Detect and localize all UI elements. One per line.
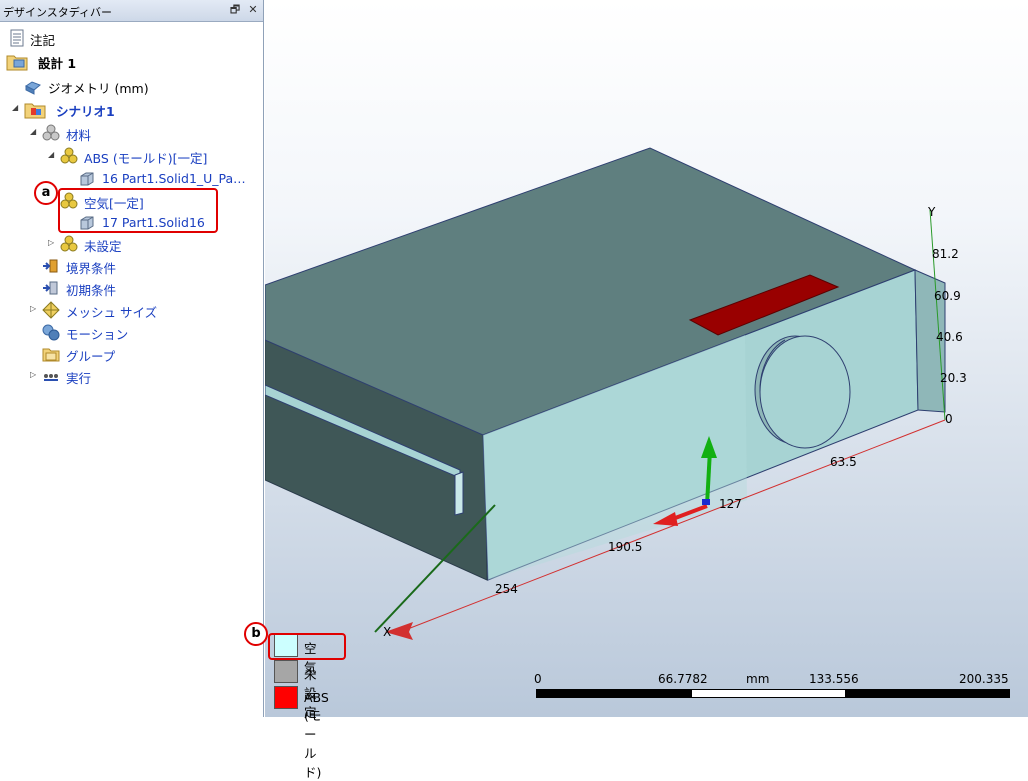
scale-tick-label: 200.335 <box>959 672 1009 686</box>
material-icon <box>60 147 78 164</box>
tree-item-label: 境界条件 <box>66 261 117 276</box>
scenario-folder-icon <box>24 103 46 119</box>
geometry-icon <box>25 81 41 95</box>
scale-bar: 0 66.7782 mm 133.556 200.335 <box>530 672 1020 702</box>
scale-tick-label: 0 <box>534 672 542 686</box>
expand-arrow-icon[interactable]: ▷ <box>48 239 56 247</box>
tree-item-label: グループ <box>66 349 116 364</box>
tree-item-label: 実行 <box>66 371 92 386</box>
legend-air-highlight <box>268 633 346 660</box>
y-tick-label: 20.3 <box>940 371 967 385</box>
left-slot-end <box>454 471 464 516</box>
tree-item-label: 未設定 <box>84 239 122 254</box>
air-material-highlight <box>58 188 218 233</box>
y-tick-label: 81.2 <box>932 247 959 261</box>
y-tick-label: 60.9 <box>934 289 961 303</box>
design-folder-icon <box>6 55 28 71</box>
scale-segment-light <box>691 689 846 698</box>
expand-arrow-icon[interactable]: ▷ <box>30 305 38 313</box>
model-viewport[interactable]: Y 81.2 60.9 40.6 20.3 0 63.5 127 190.5 2… <box>265 0 1028 717</box>
float-panel-button[interactable]: 🗗 <box>228 3 242 17</box>
close-panel-button[interactable]: ✕ <box>246 3 260 17</box>
materials-icon <box>42 124 60 141</box>
scale-unit-label: mm <box>746 672 770 686</box>
callout-a: a <box>34 181 58 205</box>
model-scene: Y 81.2 60.9 40.6 20.3 0 63.5 127 190.5 2… <box>265 147 967 640</box>
gizmo-z-marker <box>702 499 710 505</box>
lens-face <box>759 335 851 449</box>
tree-item-label: モーション <box>66 327 129 342</box>
notes-icon <box>10 29 24 47</box>
tree-item-label: ジオメトリ (mm) <box>48 81 149 96</box>
part-solid-icon <box>80 172 94 186</box>
tree-item-label: ABS (モールド)[一定] <box>84 151 208 166</box>
legend-label: ABS (モールド) <box>304 690 329 780</box>
scale-segment-dark <box>536 689 692 698</box>
design-study-panel: デザインスタディバー 🗗 ✕ 注記 設計 1 ジオメトリ (mm) ◢ シナリオ… <box>0 0 264 717</box>
scale-segment-dark <box>845 689 1010 698</box>
callout-b: b <box>244 622 268 646</box>
x-tick-label: 63.5 <box>830 455 857 469</box>
collapse-arrow-icon[interactable]: ◢ <box>12 104 20 112</box>
x-tick-label: 190.5 <box>608 540 642 554</box>
legend-swatch <box>274 660 298 683</box>
boundary-conditions-icon <box>43 259 58 273</box>
groups-icon <box>42 348 60 362</box>
scale-tick-label: 133.556 <box>809 672 859 686</box>
tree-item-label: 設計 1 <box>38 56 77 71</box>
collapse-arrow-icon[interactable]: ◢ <box>30 128 38 136</box>
panel-title-bar: デザインスタディバー 🗗 ✕ <box>0 0 263 22</box>
x-tick-label: 127 <box>719 497 742 511</box>
mesh-icon <box>42 301 60 319</box>
run-icon <box>44 374 58 381</box>
tree-item-label: 材料 <box>66 128 92 143</box>
panel-title: デザインスタディバー <box>3 6 113 19</box>
tree-item-label: 初期条件 <box>66 283 117 298</box>
tree-item-label: 16 Part1.Solid1_U_Pa… <box>102 171 246 186</box>
y-tick-label: 40.6 <box>936 330 963 344</box>
y-axis-label: Y <box>927 205 936 219</box>
scale-tick-label: 66.7782 <box>658 672 708 686</box>
tree-item-label: 注記 <box>30 33 56 48</box>
material-icon <box>60 235 78 252</box>
x-tick-label: 254 <box>495 582 518 596</box>
x-axis-label: X <box>383 625 391 639</box>
expand-arrow-icon[interactable]: ▷ <box>30 371 38 379</box>
tree-item-label: シナリオ1 <box>56 104 115 119</box>
y-tick-label: 0 <box>945 412 953 426</box>
legend-swatch <box>274 686 298 709</box>
motion-icon <box>42 324 60 341</box>
tree-item-label: メッシュ サイズ <box>66 305 158 320</box>
initial-conditions-icon <box>43 281 58 295</box>
collapse-arrow-icon[interactable]: ◢ <box>48 151 56 159</box>
